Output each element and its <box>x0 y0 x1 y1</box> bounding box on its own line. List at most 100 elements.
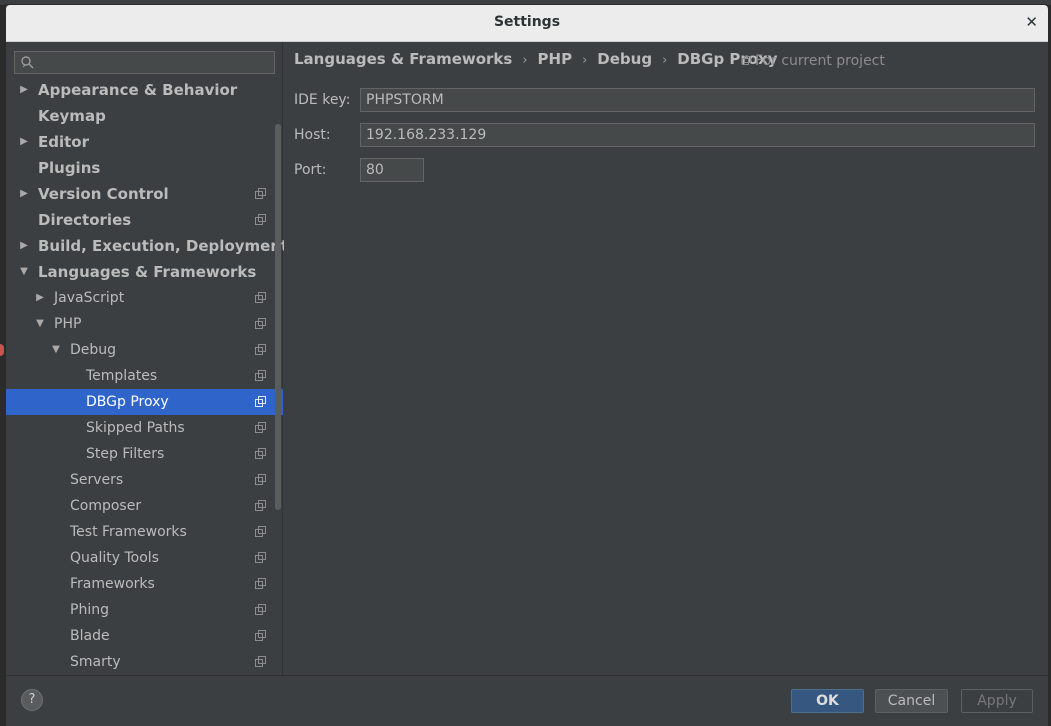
tree-item-test-frameworks[interactable]: Test Frameworks <box>6 519 283 545</box>
help-button[interactable]: ? <box>21 689 43 711</box>
project-scope-icon <box>255 188 266 199</box>
tree-item-label: Smarty <box>70 654 121 670</box>
tree-item-label: Editor <box>38 133 89 151</box>
tree-item-templates[interactable]: Templates <box>6 363 283 389</box>
tree-item-label: Skipped Paths <box>86 420 185 436</box>
tree-item-label: Keymap <box>38 107 106 125</box>
tree-item-plugins[interactable]: Plugins <box>6 155 283 181</box>
tree-item-label: Templates <box>86 368 158 384</box>
tree-item-keymap[interactable]: Keymap <box>6 103 283 129</box>
chevron-right-icon: › <box>582 53 588 68</box>
scope-indicator: For current project <box>742 53 885 69</box>
project-scope-icon <box>742 56 751 65</box>
tree-item-label: JavaScript <box>54 290 125 306</box>
host-label: Host: <box>294 127 331 143</box>
ok-button[interactable]: OK <box>791 689 864 713</box>
sidebar-scrollbar[interactable] <box>275 124 281 510</box>
breadcrumb-item: PHP <box>537 50 573 68</box>
tree-item-phing[interactable]: Phing <box>6 597 283 623</box>
tree-item-label: Plugins <box>38 159 101 177</box>
chevron-right-icon: › <box>662 53 668 68</box>
tree-item-version-control[interactable]: ▶ Version Control <box>6 181 283 207</box>
project-scope-icon <box>255 214 266 225</box>
cancel-button[interactable]: Cancel <box>875 689 948 713</box>
host-input[interactable]: 192.168.233.129 <box>360 123 1035 147</box>
project-scope-icon <box>255 422 266 433</box>
tree-item-step-filters[interactable]: Step Filters <box>6 441 283 467</box>
scope-label: For current project <box>755 53 885 69</box>
project-scope-icon <box>255 526 266 537</box>
tree-item-label: Build, Execution, Deployment <box>38 237 289 255</box>
expand-down-icon[interactable]: ▼ <box>50 337 62 363</box>
project-scope-icon <box>255 318 266 329</box>
port-input[interactable]: 80 <box>360 158 424 182</box>
tree-item-label: Phing <box>70 602 109 618</box>
tree-item-dbgp-proxy[interactable]: DBGp Proxy <box>6 389 283 415</box>
tree-item-label: Blade <box>70 628 110 644</box>
project-scope-icon <box>255 396 266 407</box>
tree-item-quality-tools[interactable]: Quality Tools <box>6 545 283 571</box>
project-scope-icon <box>255 604 266 615</box>
project-scope-icon <box>255 292 266 303</box>
search-icon <box>21 56 34 69</box>
tree-item-label: Step Filters <box>86 446 165 462</box>
settings-content: Languages & Frameworks › PHP › Debug › DBGp Pr… <box>284 42 1048 675</box>
project-scope-icon <box>255 344 266 355</box>
project-scope-icon <box>255 474 266 485</box>
chevron-right-icon: › <box>522 53 528 68</box>
expand-right-icon[interactable]: ▶ <box>34 285 46 311</box>
ide-key-input[interactable]: PHPSTORM <box>360 88 1035 112</box>
tree-item-label: Languages & Frameworks <box>38 263 257 281</box>
tree-item-label: Frameworks <box>70 576 155 592</box>
ide-key-label: IDE key: <box>294 92 351 108</box>
tree-item-smarty[interactable]: Smarty <box>6 649 283 675</box>
tree-item-label: Version Control <box>38 185 169 203</box>
expand-right-icon[interactable]: ▶ <box>18 77 30 103</box>
error-marker <box>0 344 4 356</box>
settings-search-input[interactable] <box>14 51 275 74</box>
tree-item-appearance-behavior[interactable]: ▶ Appearance & Behavior <box>6 77 283 103</box>
tree-item-composer[interactable]: Composer <box>6 493 283 519</box>
tree-item-directories[interactable]: Directories <box>6 207 283 233</box>
settings-sidebar: ▶ Appearance & Behavior Keymap ▶ Editor Plugi… <box>6 42 288 675</box>
tree-item-label: Test Frameworks <box>70 524 187 540</box>
dialog-footer: ? OK Cancel Apply <box>6 675 1048 726</box>
project-scope-icon <box>255 552 266 563</box>
expand-down-icon[interactable]: ▼ <box>18 259 30 285</box>
tree-item-editor[interactable]: ▶ Editor <box>6 129 283 155</box>
expand-down-icon[interactable]: ▼ <box>34 311 46 337</box>
close-icon[interactable]: ✕ <box>1025 13 1038 31</box>
apply-button[interactable]: Apply <box>961 689 1033 713</box>
tree-item-label: Quality Tools <box>70 550 159 566</box>
tree-item-frameworks[interactable]: Frameworks <box>6 571 283 597</box>
port-label: Port: <box>294 162 327 178</box>
tree-item-servers[interactable]: Servers <box>6 467 283 493</box>
tree-item-label: Debug <box>70 342 117 358</box>
expand-right-icon[interactable]: ▶ <box>18 233 30 259</box>
tree-item-label: Servers <box>70 472 124 488</box>
breadcrumb-item: Debug <box>597 50 653 68</box>
tree-item-php[interactable]: ▼ PHP <box>6 311 283 337</box>
tree-item-label: Directories <box>38 211 132 229</box>
expand-right-icon[interactable]: ▶ <box>18 129 30 155</box>
tree-item-label: DBGp Proxy <box>86 394 169 410</box>
tree-item-skipped-paths[interactable]: Skipped Paths <box>6 415 283 441</box>
tree-item-label: Composer <box>70 498 142 514</box>
tree-item-build-execution-deployment[interactable]: ▶ Build, Execution, Deployment <box>6 233 288 259</box>
project-scope-icon <box>255 656 266 667</box>
tree-item-label: Appearance & Behavior <box>38 81 238 99</box>
expand-right-icon[interactable]: ▶ <box>18 181 30 207</box>
breadcrumb: Languages & Frameworks › PHP › Debug › DBGp Pr… <box>294 50 778 68</box>
project-scope-icon <box>255 578 266 589</box>
project-scope-icon <box>255 630 266 641</box>
project-scope-icon <box>255 500 266 511</box>
project-scope-icon <box>255 370 266 381</box>
title-bar: Settings ✕ <box>6 5 1048 42</box>
tree-item-debug[interactable]: ▼ Debug <box>6 337 283 363</box>
settings-dialog: Settings ✕ ▶ Appearance & Behavior Keymap ▶… <box>5 4 1048 726</box>
tree-item-languages-frameworks[interactable]: ▼ Languages & Frameworks <box>6 259 283 285</box>
tree-item-blade[interactable]: Blade <box>6 623 283 649</box>
dialog-title: Settings <box>493 14 561 30</box>
tree-item-label: PHP <box>54 316 82 332</box>
tree-item-javascript[interactable]: ▶ JavaScript <box>6 285 283 311</box>
